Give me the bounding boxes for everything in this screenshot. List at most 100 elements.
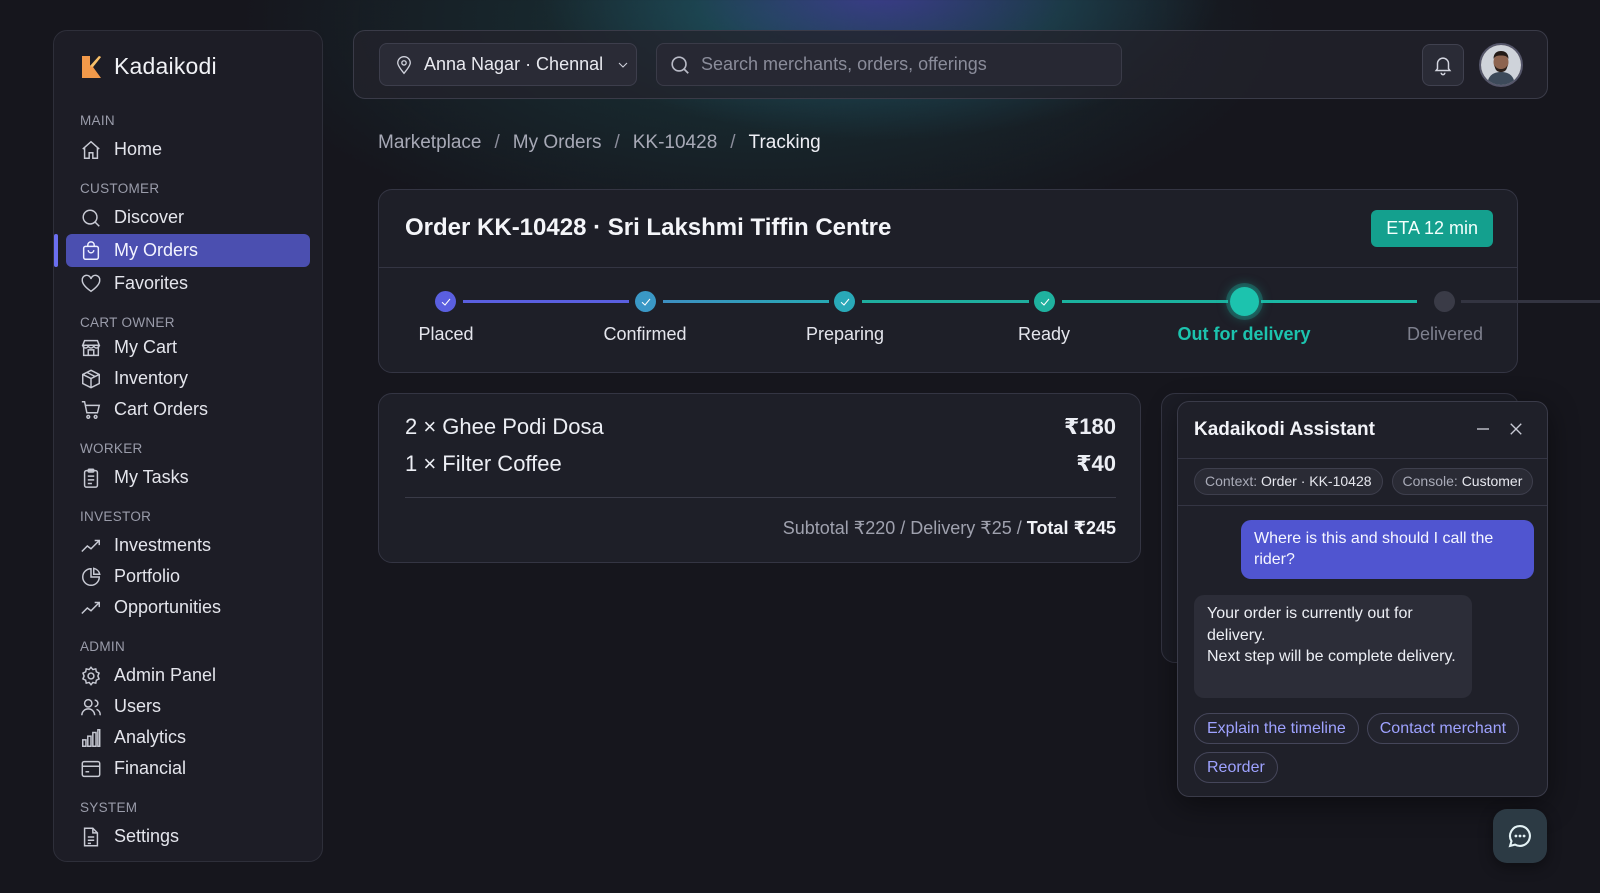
item-price: ₹40 xyxy=(1076,451,1116,476)
close-icon xyxy=(1510,423,1522,435)
search-bar[interactable] xyxy=(656,43,1122,86)
chip-explain-timeline[interactable]: Explain the timeline xyxy=(1194,713,1359,744)
chat-fab-button[interactable] xyxy=(1493,809,1547,863)
box-icon xyxy=(82,368,100,389)
timeline-label: Out for delivery xyxy=(1177,324,1311,344)
sidebar-item-my-tasks[interactable]: My Tasks xyxy=(66,461,310,494)
timeline-segment xyxy=(1062,300,1228,303)
minimize-button[interactable] xyxy=(1472,418,1494,440)
timeline-label: Placed xyxy=(418,324,474,344)
sidebar-item-users[interactable]: Users xyxy=(66,690,310,723)
grand-total: Total ₹245 xyxy=(1026,518,1116,538)
console-value: Customer xyxy=(1461,473,1523,489)
sidebar-item-opportunities[interactable]: Opportunities xyxy=(66,591,310,624)
search-input[interactable] xyxy=(701,54,1101,75)
brand[interactable]: Kadaikodi xyxy=(80,53,217,80)
timeline-step-confirmed xyxy=(635,291,656,312)
assistant-message: Your order is currently out for delivery… xyxy=(1194,595,1472,698)
user-avatar[interactable] xyxy=(1479,43,1523,87)
pie-icon xyxy=(82,566,101,586)
sidebar-item-portfolio[interactable]: Portfolio xyxy=(66,560,310,593)
sidebar-item-inventory[interactable]: Inventory xyxy=(66,362,310,395)
location-selector[interactable]: Anna Nagar · Chennal xyxy=(379,43,637,86)
breadcrumb-order-id[interactable]: KK-10428 xyxy=(633,132,718,154)
sidebar-item-label: Portfolio xyxy=(114,566,181,586)
console-label: Console: xyxy=(1402,473,1458,489)
context-row: Context: Order · KK-10428 Console: Custo… xyxy=(1194,468,1534,495)
breadcrumb-marketplace[interactable]: Marketplace xyxy=(378,132,482,154)
notifications-button[interactable] xyxy=(1422,44,1464,86)
topbar: Anna Nagar · Chennal xyxy=(353,30,1548,99)
sidebar-item-label: My Tasks xyxy=(114,467,189,487)
location-pin-icon xyxy=(397,55,411,74)
nav-section-customer: CUSTOMER xyxy=(80,181,160,196)
sidebar-item-cart-orders[interactable]: Cart Orders xyxy=(66,393,310,426)
breadcrumb-my-orders[interactable]: My Orders xyxy=(513,132,602,154)
sidebar-item-label: Users xyxy=(114,696,162,716)
chip-reorder[interactable]: Reorder xyxy=(1194,752,1278,783)
divider xyxy=(1178,505,1547,506)
breadcrumb-separator: / xyxy=(614,132,620,153)
sidebar-item-settings[interactable]: Settings xyxy=(66,820,310,853)
sidebar-item-admin-panel[interactable]: Admin Panel xyxy=(66,659,310,692)
sidebar-item-label: Investments xyxy=(114,535,212,555)
nav-section-system: SYSTEM xyxy=(80,800,138,815)
chip-contact-merchant[interactable]: Contact merchant xyxy=(1366,713,1520,744)
sidebar-item-favorites[interactable]: Favorites xyxy=(66,267,310,300)
gear-icon xyxy=(81,665,101,686)
search-icon xyxy=(82,208,100,227)
trend-icon xyxy=(81,601,100,614)
sidebar-item-label: Inventory xyxy=(114,368,189,388)
timeline-step-placed xyxy=(435,291,456,312)
sidebar-item-discover[interactable]: Discover xyxy=(66,201,310,234)
bag-icon xyxy=(82,240,100,260)
sidebar-item-my-orders[interactable]: My Orders xyxy=(54,234,310,267)
nav-section-main: MAIN xyxy=(80,113,115,128)
sidebar-item-label: Settings xyxy=(114,826,180,846)
trend-icon xyxy=(81,539,100,552)
sidebar-item-label: Cart Orders xyxy=(114,399,209,419)
brand-name: Kadaikodi xyxy=(114,53,217,79)
sidebar-item-investments[interactable]: Investments xyxy=(66,529,310,562)
sidebar-item-label: Admin Panel xyxy=(114,665,217,685)
breadcrumb-separator: / xyxy=(730,132,736,153)
sidebar: Kadaikodi MAIN Home CUSTOMER Discover My… xyxy=(53,30,323,862)
divider xyxy=(1178,458,1547,459)
totals-breakdown: Subtotal ₹220 / Delivery ₹25 / xyxy=(782,518,1027,538)
cart-icon xyxy=(81,400,101,419)
sidebar-item-label: Discover xyxy=(114,207,185,227)
sidebar-item-label: Home xyxy=(114,139,163,159)
timeline-step-delivered xyxy=(1434,291,1455,312)
breadcrumb: Marketplace / My Orders / KK-10428 / Tra… xyxy=(378,132,821,154)
order-items-card: 2 × Ghee Podi Dosa ₹180 1 × Filter Coffe… xyxy=(378,393,1141,563)
list-item: 1 × Filter Coffee ₹40 xyxy=(405,451,1116,477)
context-pill: Context: Order · KK-10428 xyxy=(1194,468,1383,495)
sidebar-item-analytics[interactable]: Analytics xyxy=(66,721,310,754)
order-timeline: Placed Confirmed Preparing Ready Out for… xyxy=(379,267,1600,374)
sidebar-item-my-cart[interactable]: My Cart xyxy=(66,331,310,364)
location-label: Anna Nagar · Chennal xyxy=(424,54,604,74)
clipboard-icon xyxy=(83,468,99,488)
timeline-step-out-for-delivery xyxy=(1230,287,1259,316)
close-button[interactable] xyxy=(1505,418,1527,440)
brand-logo-icon xyxy=(82,55,101,78)
sidebar-item-label: Favorites xyxy=(114,273,189,293)
check-icon xyxy=(641,298,650,306)
assistant-message-line: Next step will be complete delivery. xyxy=(1207,648,1456,665)
sidebar-item-financial[interactable]: Financial xyxy=(66,752,310,785)
breadcrumb-current: Tracking xyxy=(748,132,821,153)
timeline-segment xyxy=(463,300,629,303)
context-label: Context: xyxy=(1205,473,1258,489)
search-icon xyxy=(671,55,689,74)
sidebar-item-home[interactable]: Home xyxy=(66,133,310,166)
suggestion-chips: Explain the timeline Contact merchant Re… xyxy=(1194,713,1539,783)
order-tracking-card: Order KK-10428 · Sri Lakshmi Tiffin Cent… xyxy=(378,189,1600,374)
timeline-label: Delivered xyxy=(1406,324,1484,344)
divider xyxy=(405,497,1116,498)
breadcrumb-separator: / xyxy=(494,132,500,153)
sidebar-item-label: My Cart xyxy=(114,337,177,357)
item-name: 2 × Ghee Podi Dosa xyxy=(405,414,604,439)
active-indicator xyxy=(54,234,58,267)
check-icon xyxy=(441,298,450,306)
list-item: 2 × Ghee Podi Dosa ₹180 xyxy=(405,414,1116,440)
